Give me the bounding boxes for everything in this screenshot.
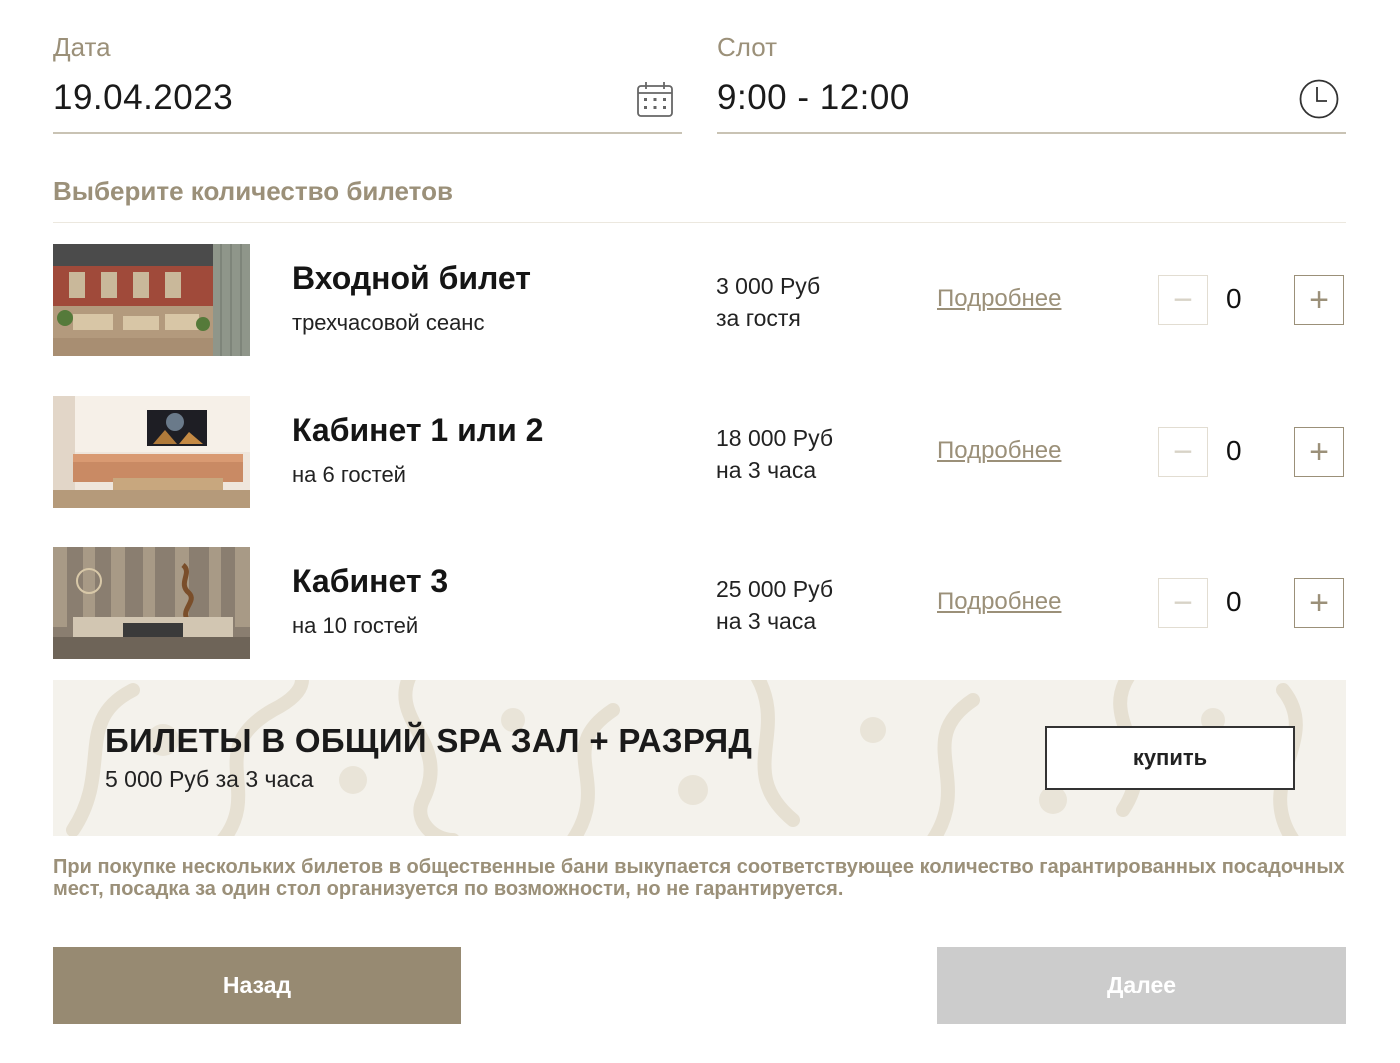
quantity-value: 0 (1226, 283, 1242, 314)
clock-icon[interactable] (1298, 78, 1340, 120)
ticket-price-unit: на 3 часа (716, 608, 817, 634)
seating-note: При покупке нескольких билетов в обществ… (53, 856, 1345, 900)
ticket-photo-entrance (53, 244, 250, 356)
quantity-increment-button[interactable]: + (1294, 275, 1344, 325)
ticket-price: 25 000 Руб на 3 часа (716, 573, 833, 637)
ticket-price-unit: за гостя (716, 305, 801, 331)
slot-value[interactable]: 9:00 - 12:00 (717, 78, 910, 118)
ticket-row-cabinet-3: Кабинет 3 на 10 гостей 25 000 Руб на 3 ч… (53, 547, 1346, 659)
ticket-row-cabinet-1-2: Кабинет 1 или 2 на 6 гостей 18 000 Руб н… (53, 396, 1346, 508)
slot-field[interactable]: Слот 9:00 - 12:00 (717, 30, 1346, 134)
plus-icon: + (1309, 432, 1329, 471)
back-button[interactable]: Назад (53, 947, 461, 1024)
section-divider (53, 222, 1346, 223)
spa-promo-banner: БИЛЕТЫ В ОБЩИЙ SPA ЗАЛ + РАЗРЯД 5 000 Ру… (53, 680, 1346, 836)
quantity-value: 0 (1226, 435, 1242, 466)
minus-icon: − (1173, 280, 1193, 319)
promo-subtitle: 5 000 Руб за 3 часа (105, 766, 314, 792)
quantity-value: 0 (1226, 586, 1242, 617)
ticket-price: 3 000 Руб за гостя (716, 270, 820, 334)
details-link[interactable]: Подробнее (937, 437, 1061, 465)
details-link[interactable]: Подробнее (937, 588, 1061, 616)
ticket-name: Кабинет 1 или 2 (292, 412, 544, 448)
details-link[interactable]: Подробнее (937, 285, 1061, 313)
ticket-subtitle: на 6 гостей (292, 462, 406, 487)
quantity-increment-button[interactable]: + (1294, 578, 1344, 628)
ticket-subtitle: на 10 гостей (292, 613, 419, 638)
minus-icon: − (1173, 583, 1193, 622)
ticket-price-value: 3 000 Руб (716, 273, 821, 299)
ticket-price-value: 25 000 Руб (716, 576, 834, 602)
section-title: Выберите количество билетов (53, 176, 453, 206)
ticket-photo-cabinet-3 (53, 547, 250, 659)
next-button[interactable]: Далее (937, 947, 1346, 1024)
slot-label: Слот (717, 32, 778, 62)
quantity-decrement-button[interactable]: − (1158, 578, 1208, 628)
ticket-price: 18 000 Руб на 3 часа (716, 422, 833, 486)
date-field[interactable]: Дата 19.04.2023 (53, 30, 682, 134)
plus-icon: + (1309, 280, 1329, 319)
date-value[interactable]: 19.04.2023 (53, 78, 233, 118)
ticket-name: Входной билет (292, 260, 531, 296)
calendar-icon[interactable] (634, 78, 676, 120)
quantity-decrement-button[interactable]: − (1158, 427, 1208, 477)
promo-title: БИЛЕТЫ В ОБЩИЙ SPA ЗАЛ + РАЗРЯД (105, 722, 753, 759)
buy-button[interactable]: купить (1045, 726, 1295, 790)
ticket-name: Кабинет 3 (292, 563, 449, 599)
minus-icon: − (1173, 432, 1193, 471)
ticket-photo-cabinet-1-2 (53, 396, 250, 508)
ticket-row-entrance: Входной билет трехчасовой сеанс 3 000 Ру… (53, 244, 1346, 356)
date-label: Дата (53, 32, 111, 62)
quantity-increment-button[interactable]: + (1294, 427, 1344, 477)
ticket-price-value: 18 000 Руб (716, 425, 834, 451)
quantity-decrement-button[interactable]: − (1158, 275, 1208, 325)
ticket-price-unit: на 3 часа (716, 457, 817, 483)
ticket-subtitle: трехчасовой сеанс (292, 310, 485, 335)
plus-icon: + (1309, 583, 1329, 622)
